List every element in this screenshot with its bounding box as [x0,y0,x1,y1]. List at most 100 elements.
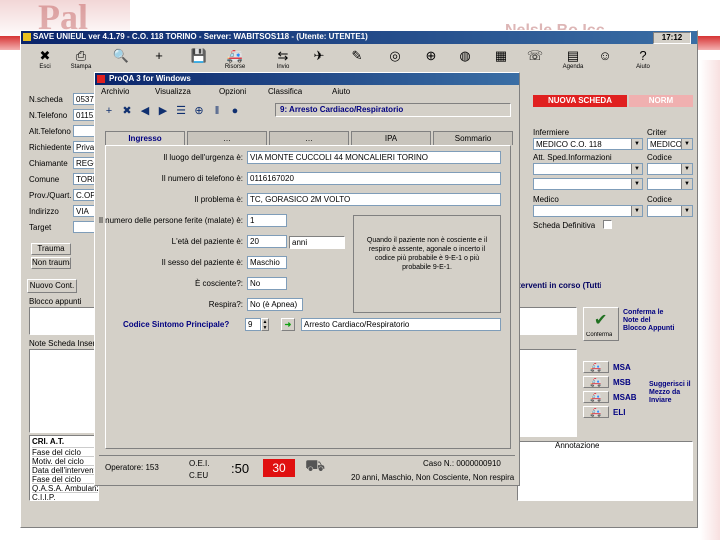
scheda-definitiva-checkbox[interactable] [603,220,612,229]
extra-select-2[interactable]: ▼ [647,178,693,190]
globe-icon: ◍ [459,48,471,63]
menu-item[interactable]: Visualizza [155,87,191,96]
left-form-label: Prov./Quart. [29,191,72,200]
dialog-field-input[interactable]: 0116167020 [247,172,501,185]
dialog-field-label: L'età del paziente è: [171,237,243,246]
forward-icon[interactable]: ▶ [155,103,171,119]
codice-select[interactable]: ▼ [647,163,693,175]
left-form-label: Chiamante [29,159,68,168]
tab-3[interactable]: IPA [351,131,431,145]
toolbar-button-users[interactable]: ☺ [589,48,621,80]
interventi-label[interactable]: Interventi in corso (Tutti) [511,281,601,290]
menu-item[interactable]: Archivio [101,87,129,96]
conferma-button[interactable]: ✔ Conferma [583,307,619,341]
dialog-field-label: Il numero di telefono è: [161,174,243,183]
dialog-field-input[interactable]: VIA MONTE CUCCOLI 44 MONCALIERI TORINO [247,151,501,164]
toolbar-button-phone[interactable]: ☏ [519,48,551,80]
infermiere-select[interactable]: MEDICO C.O. 118 ▼ [533,138,643,150]
mezzo-label: MSA [613,363,631,372]
notes-right-area[interactable] [517,307,577,335]
chevron-down-icon: ▼ [681,164,692,174]
slide-logo-text: Pal [38,0,88,34]
codice-sintomo-label: Codice Sintomo Principale? [123,320,230,329]
tab-4[interactable]: Sommario [433,131,513,145]
att-sped-select[interactable]: ▼ [533,163,643,175]
nuova-scheda-button[interactable]: NUOVA SCHEDA [533,95,627,107]
codice-spinner[interactable]: ▲ ▼ [261,318,269,331]
status-time: :50 [231,461,250,476]
close-icon[interactable]: ✖ [119,103,135,119]
menu-item[interactable]: Aiuto [332,87,350,96]
norm-badge: NORM [629,95,693,107]
dialog-title: ProQA 3 for Windows [109,74,191,83]
ambulance-icon[interactable]: 🚑 [583,376,609,388]
blocco-appunti-area[interactable] [29,307,99,335]
extra-select-1[interactable]: ▼ [533,178,643,190]
status-red-value: 30 [263,459,295,477]
notes-icon: ✎ [351,48,363,63]
dialog-icon [97,75,105,83]
dialog-field-label: Il numero delle persone ferite (malate) … [98,216,243,225]
go-arrow-icon[interactable]: ➜ [281,318,295,331]
printer-icon: ⎙ [75,48,87,63]
slide-red-side [700,60,720,540]
send-icon: ⇆ [277,48,289,63]
mezzo-label: ELI [613,408,626,417]
annotazione-table [517,441,693,501]
toolbar-button-esci[interactable]: ✖ Esci [29,48,61,80]
tab-1[interactable]: … [187,131,267,145]
add-icon[interactable]: + [101,103,117,119]
dialog-field-label: È cosciente?: [194,279,243,288]
mezzo-label: MSAB [613,393,637,402]
ct-table: CRI. A.T. Fase del ciclo Motiv. del ciclo D… [29,435,99,502]
dialog-field-label: Il problema è: [194,195,243,204]
tab-0[interactable]: Ingresso [105,131,185,145]
menu-item[interactable]: Classifica [268,87,302,96]
list-icon[interactable]: ☰ [173,103,189,119]
vehicle-icon: ⛟ [305,458,326,475]
codice-sintomo-input[interactable]: 9 [245,318,261,331]
note-scheda-area[interactable] [29,349,99,433]
ambulance-icon[interactable]: 🚑 [583,406,609,418]
phone-icon: ☏ [526,48,544,63]
pause-icon[interactable]: ‖ [209,103,225,119]
target-icon[interactable]: ⊕ [191,103,207,119]
criter-select[interactable]: MEDICO ▼ [647,138,693,150]
toolbar-label: Aiuto [636,64,650,70]
left-form-label: Comune [29,175,60,184]
toolbar-label: Invio [276,64,290,70]
mezzo-label: MSB [613,378,631,387]
age-unit-select[interactable]: anni [289,236,345,249]
medico-select[interactable]: ▼ [533,205,643,217]
toolbar-button-aiuto[interactable]: ? Aiuto [627,48,659,80]
chevron-down-icon: ▼ [681,139,692,149]
mezzi-area [517,349,577,437]
toolbar-label: Agenda [562,64,584,70]
resources-icon: 🚑 [226,48,244,63]
dialog-field-input[interactable]: TC, GORASICO 2M VOLTO [247,193,501,206]
exit-icon: ✖ [39,48,51,63]
back-icon[interactable]: ◀ [137,103,153,119]
dialog-field-input[interactable]: 1 [247,214,287,227]
menu-item[interactable]: Opzioni [219,87,246,96]
dialog-field-input[interactable]: No (è Apnea) [247,298,303,311]
tab-2[interactable]: … [269,131,349,145]
dialog-field-input[interactable]: Maschio [247,256,287,269]
info-box: Quando il paziente non è cosciente e il … [353,215,501,313]
window-title: SAVE UNIEUL ver 4.1.79 - C.O. 118 TORINO… [33,32,368,41]
ambulance-icon[interactable]: 🚑 [583,361,609,373]
ambulance-icon[interactable]: 🚑 [583,391,609,403]
trauma-button[interactable]: Trauma [31,243,71,255]
toolbar-button-stampa[interactable]: ⎙ Stampa [65,48,97,80]
codice2-select[interactable]: ▼ [647,205,693,217]
left-form-label: Target [29,223,52,232]
info-icon[interactable]: ● [227,103,243,119]
status-case-number: Caso N.: 0000000910 [423,459,501,468]
toolbar-button-agenda[interactable]: ▤ Agenda [557,48,589,80]
nuovo-cont-button[interactable]: Nuovo Cont. [27,279,77,293]
non-trauma-button[interactable]: Non trauma [31,257,71,269]
checkmark-icon: ✔ [594,312,608,329]
dialog-field-input[interactable]: 20 [247,235,287,248]
status-line2: C.EU [189,471,209,480]
dialog-field-input[interactable]: No [247,277,287,290]
